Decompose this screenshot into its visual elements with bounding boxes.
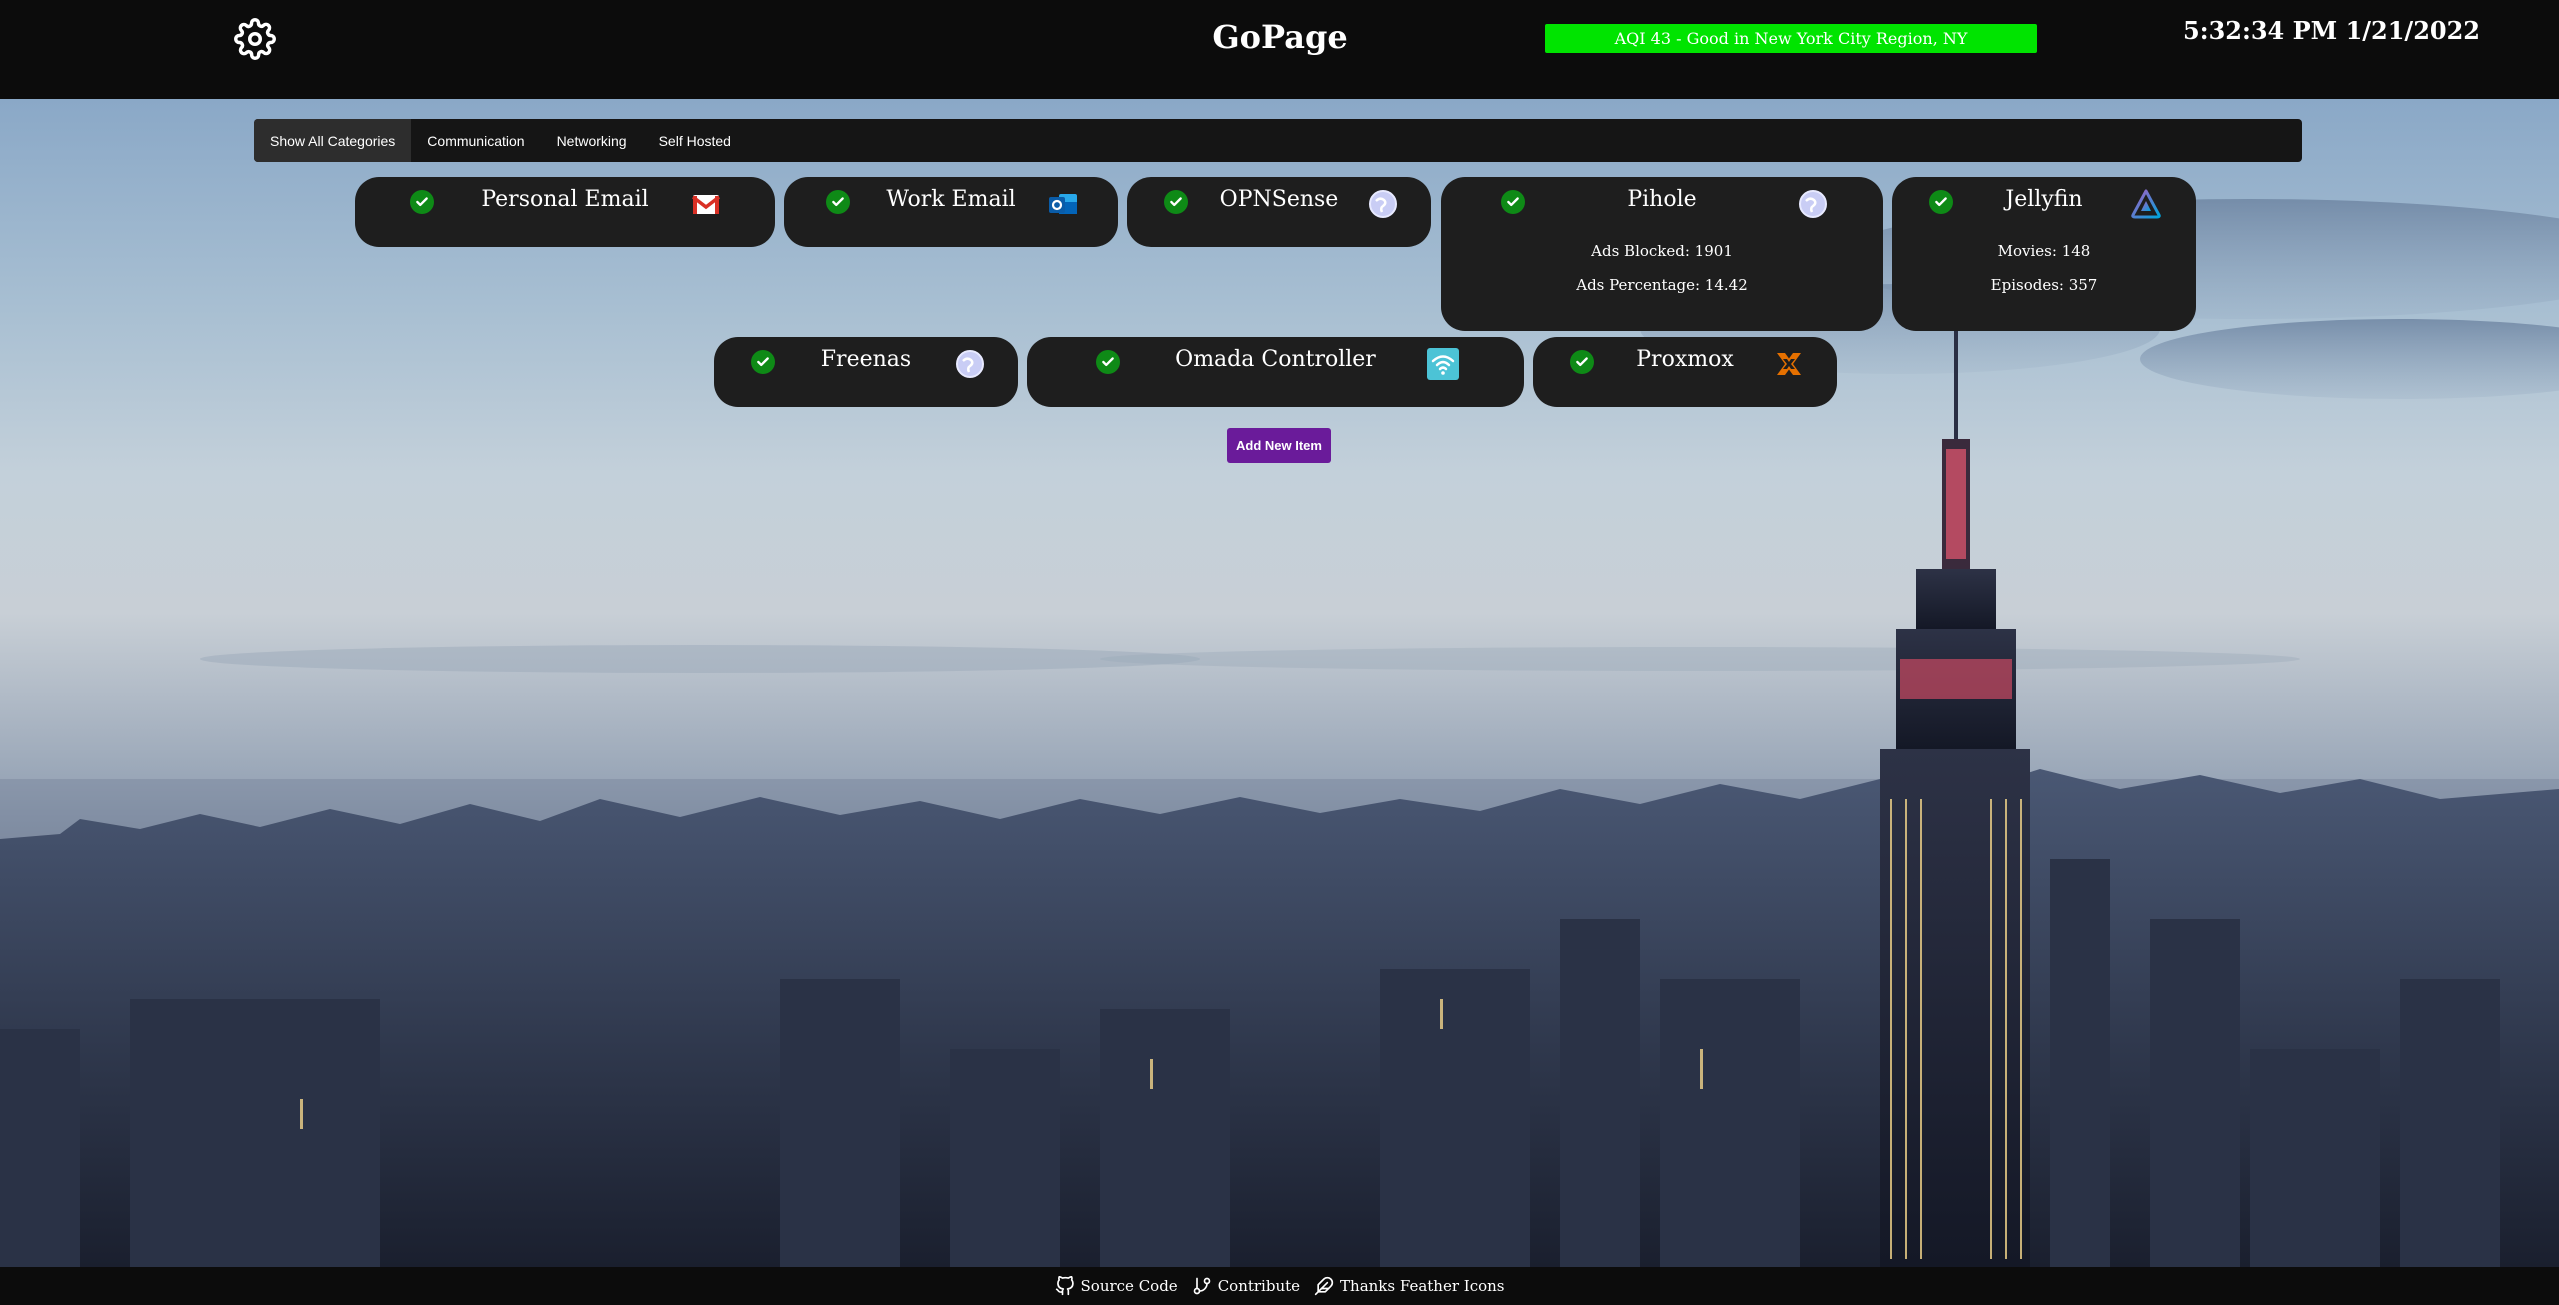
- globe-icon: [956, 350, 984, 378]
- gear-icon[interactable]: [234, 18, 276, 60]
- tab-communication[interactable]: Communication: [411, 119, 540, 162]
- globe-icon: [1799, 190, 1827, 218]
- card-omada-controller[interactable]: Omada Controller: [1027, 337, 1524, 407]
- top-bar: GoPage AQI 43 - Good in New York City Re…: [0, 0, 2559, 99]
- jellyfin-icon: [2131, 189, 2161, 219]
- source-code-label: Source Code: [1080, 1277, 1178, 1295]
- thanks-feather-icons-label: Thanks Feather Icons: [1340, 1277, 1505, 1295]
- outlook-icon: [1049, 194, 1077, 214]
- globe-icon: [1369, 190, 1397, 218]
- tab-self-hosted[interactable]: Self Hosted: [643, 119, 747, 162]
- card-proxmox[interactable]: Proxmox: [1533, 337, 1837, 407]
- contribute-link[interactable]: Contribute: [1192, 1276, 1300, 1296]
- source-code-link[interactable]: Source Code: [1055, 1276, 1178, 1296]
- episodes-stat: Episodes: 357: [1990, 276, 2098, 294]
- ads-blocked-stat: Ads Blocked: 1901: [1591, 242, 1733, 260]
- tab-show-all-categories[interactable]: Show All Categories: [254, 119, 412, 162]
- thanks-feather-icons-link[interactable]: Thanks Feather Icons: [1314, 1276, 1504, 1296]
- category-tabs: Show All Categories Communication Networ…: [254, 119, 2302, 162]
- contribute-label: Contribute: [1217, 1277, 1301, 1295]
- feather-icon: [1314, 1276, 1334, 1296]
- card-opnsense[interactable]: OPNSense: [1127, 177, 1431, 247]
- card-personal-email[interactable]: Personal Email: [355, 177, 775, 247]
- ads-percentage-stat: Ads Percentage: 14.42: [1576, 276, 1748, 294]
- movies-stat: Movies: 148: [1997, 242, 2091, 260]
- git-branch-icon: [1193, 1277, 1211, 1295]
- github-icon: [1055, 1276, 1074, 1296]
- card-jellyfin[interactable]: Jellyfin Movies: 148 Episodes: 357: [1892, 177, 2196, 331]
- page-title: GoPage: [1212, 18, 1348, 56]
- card-freenas[interactable]: Freenas: [714, 337, 1018, 407]
- footer: Source Code Contribute Thanks Feather Ic…: [0, 1267, 2559, 1305]
- card-pihole[interactable]: Pihole Ads Blocked: 1901 Ads Percentage:…: [1441, 177, 1883, 331]
- add-new-item-button[interactable]: Add New Item: [1227, 428, 1331, 463]
- tab-networking[interactable]: Networking: [541, 119, 643, 162]
- proxmox-icon: [1777, 353, 1801, 375]
- wifi-icon: [1427, 348, 1459, 380]
- card-work-email[interactable]: Work Email: [784, 177, 1118, 247]
- gmail-icon: [691, 195, 721, 214]
- aqi-badge: AQI 43 - Good in New York City Region, N…: [1545, 24, 2037, 53]
- clock: 5:32:34 PM 1/21/2022: [2183, 16, 2480, 45]
